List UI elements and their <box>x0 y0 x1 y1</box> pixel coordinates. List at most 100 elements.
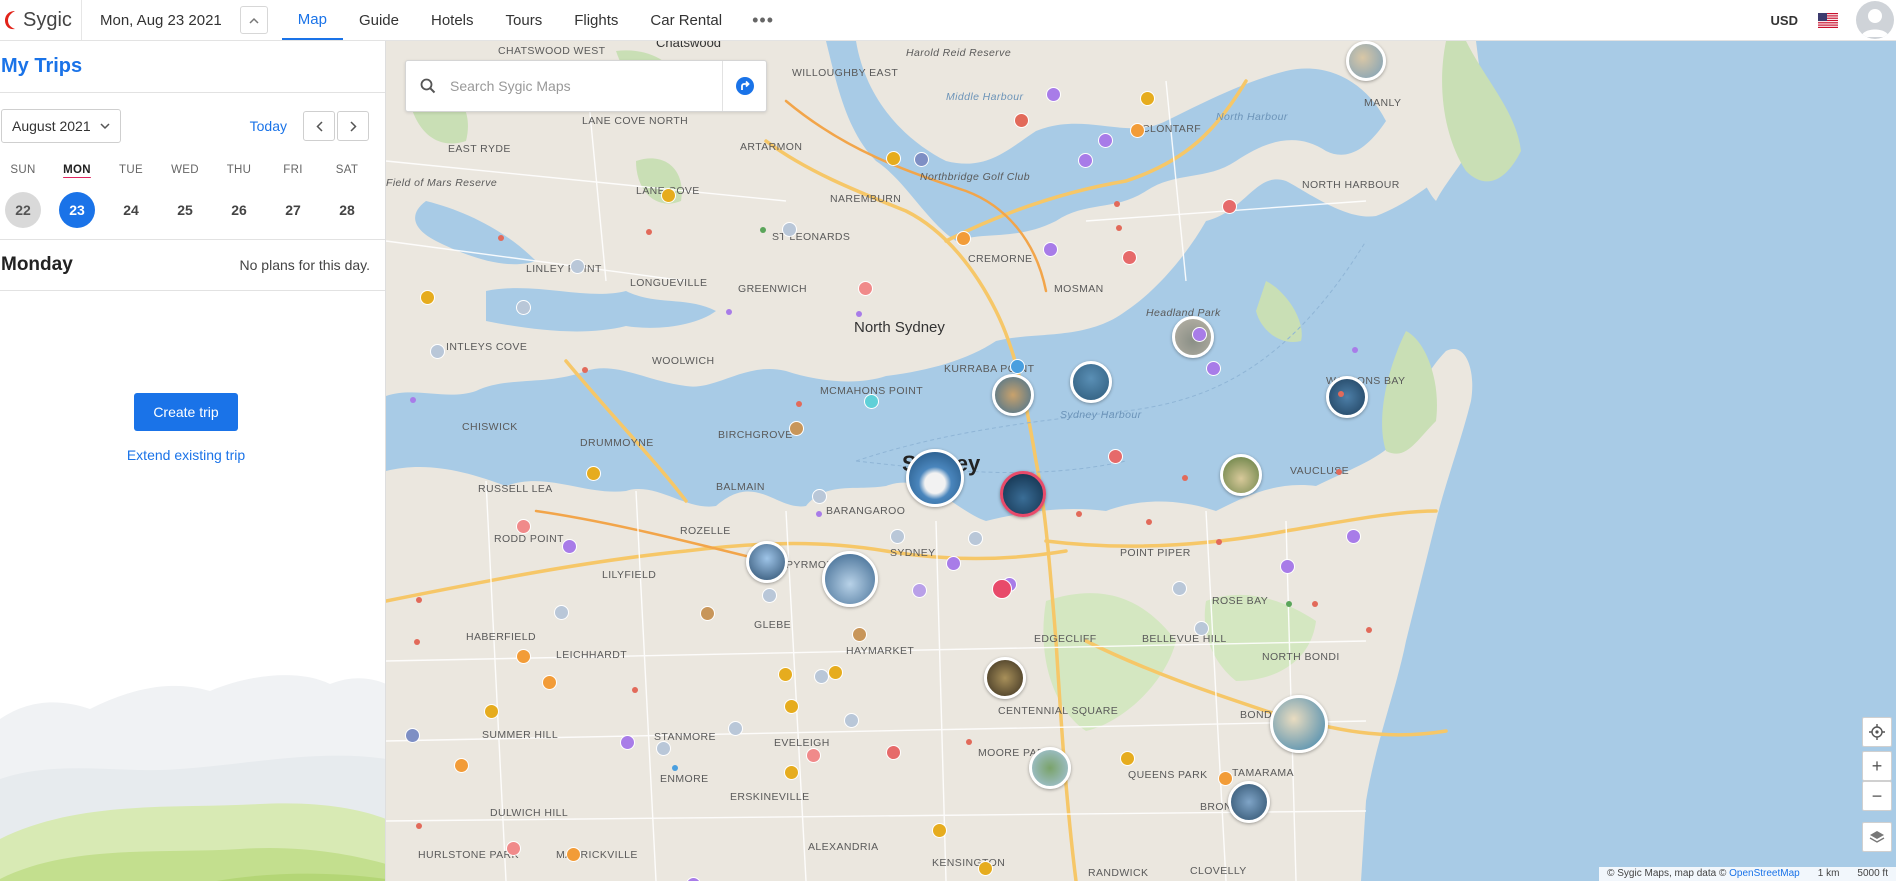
pin-marker[interactable] <box>762 588 777 603</box>
attraction-photo-marker[interactable] <box>1070 361 1112 403</box>
sydney-opera-house-marker[interactable] <box>906 449 964 507</box>
map-layers-button[interactable] <box>1862 822 1892 852</box>
month-select[interactable]: August 2021 <box>1 109 121 143</box>
pin-marker[interactable] <box>814 669 829 684</box>
pin-marker[interactable] <box>1280 559 1295 574</box>
search-input[interactable] <box>450 66 720 106</box>
pin-marker[interactable] <box>1194 621 1209 636</box>
brand-logo[interactable]: Sygic <box>0 0 82 40</box>
pin-marker[interactable] <box>1014 113 1029 128</box>
attraction-photo-marker[interactable] <box>1326 376 1368 418</box>
attraction-photo-marker[interactable] <box>822 551 878 607</box>
attraction-photo-marker[interactable] <box>1220 454 1262 496</box>
day-button-selected[interactable]: 23 <box>59 192 95 228</box>
pin-marker[interactable] <box>778 667 793 682</box>
pin-marker[interactable] <box>978 861 993 876</box>
extend-trip-link-text[interactable]: Extend existing trip <box>127 447 245 463</box>
pin-marker[interactable] <box>1172 581 1187 596</box>
chevron-up-icon[interactable] <box>239 6 268 34</box>
pin-marker[interactable] <box>1346 529 1361 544</box>
pin-marker[interactable] <box>858 281 873 296</box>
attraction-photo-marker[interactable] <box>746 541 788 583</box>
pin-marker[interactable] <box>946 556 961 571</box>
pin-marker[interactable] <box>566 847 581 862</box>
us-flag-icon[interactable] <box>1818 12 1838 28</box>
pin-marker[interactable] <box>484 704 499 719</box>
more-icon[interactable]: ••• <box>738 0 788 40</box>
directions-button[interactable] <box>722 61 766 111</box>
pin-marker[interactable] <box>562 539 577 554</box>
nav-flights[interactable]: Flights <box>558 0 634 40</box>
pin-marker[interactable] <box>542 675 557 690</box>
pin-marker[interactable] <box>405 728 420 743</box>
pin-marker[interactable] <box>656 741 671 756</box>
pin-marker[interactable] <box>1222 199 1237 214</box>
pin-marker[interactable] <box>812 489 827 504</box>
trip-date[interactable]: Mon, Aug 23 2021 <box>82 0 240 40</box>
pin-marker[interactable] <box>1108 449 1123 464</box>
currency-selector[interactable]: USD <box>1771 13 1798 28</box>
pin-marker[interactable] <box>956 231 971 246</box>
bondi-beach-marker[interactable] <box>1270 695 1328 753</box>
attraction-photo-marker[interactable] <box>1346 41 1386 81</box>
day-button[interactable]: 27 <box>275 192 311 228</box>
pin-marker[interactable] <box>570 259 585 274</box>
pin-marker[interactable] <box>1140 91 1155 106</box>
create-trip-button[interactable]: Create trip <box>134 393 238 431</box>
pin-marker[interactable] <box>992 579 1012 599</box>
pin-marker[interactable] <box>784 699 799 714</box>
prev-week-button[interactable] <box>303 111 335 141</box>
next-week-button[interactable] <box>337 111 369 141</box>
pin-marker[interactable] <box>1130 123 1145 138</box>
pin-marker[interactable] <box>661 188 676 203</box>
day-button[interactable]: 22 <box>5 192 41 228</box>
osm-link[interactable]: OpenStreetMap <box>1729 868 1800 879</box>
pin-marker[interactable] <box>864 394 879 409</box>
pin-marker[interactable] <box>886 151 901 166</box>
pin-marker[interactable] <box>454 758 469 773</box>
nav-tours[interactable]: Tours <box>490 0 559 40</box>
pin-marker[interactable] <box>1206 361 1221 376</box>
today-button[interactable]: Today <box>250 118 287 134</box>
attraction-photo-marker[interactable] <box>1228 781 1270 823</box>
pin-marker[interactable] <box>968 531 983 546</box>
pin-marker[interactable] <box>914 152 929 167</box>
nav-hotels[interactable]: Hotels <box>415 0 490 40</box>
attraction-photo-marker[interactable] <box>1000 471 1046 517</box>
pin-marker[interactable] <box>1046 87 1061 102</box>
day-button[interactable]: 26 <box>221 192 257 228</box>
nav-map[interactable]: Map <box>281 0 343 40</box>
pin-marker[interactable] <box>620 735 635 750</box>
pin-marker[interactable] <box>782 222 797 237</box>
pin-marker[interactable] <box>420 290 435 305</box>
pin-marker[interactable] <box>932 823 947 838</box>
pin-marker[interactable] <box>852 627 867 642</box>
pin-marker[interactable] <box>516 519 531 534</box>
attraction-photo-marker[interactable] <box>1029 747 1071 789</box>
pin-marker[interactable] <box>828 665 843 680</box>
nav-car-rental[interactable]: Car Rental <box>634 0 738 40</box>
day-button[interactable]: 25 <box>167 192 203 228</box>
nav-guide[interactable]: Guide <box>343 0 415 40</box>
pin-marker[interactable] <box>1120 751 1135 766</box>
pin-marker[interactable] <box>784 765 799 780</box>
attraction-photo-marker[interactable] <box>984 657 1026 699</box>
pin-marker[interactable] <box>1218 771 1233 786</box>
pin-marker[interactable] <box>1098 133 1113 148</box>
attraction-photo-marker[interactable] <box>992 374 1034 416</box>
map-view[interactable]: CHATSWOOD WEST Chatswood Harold Reid Res… <box>386 41 1896 881</box>
locate-button[interactable] <box>1862 717 1892 747</box>
pin-marker[interactable] <box>789 421 804 436</box>
day-button[interactable]: 24 <box>113 192 149 228</box>
pin-marker[interactable] <box>516 649 531 664</box>
pin-marker[interactable] <box>1122 250 1137 265</box>
pin-marker[interactable] <box>728 721 743 736</box>
pin-marker[interactable] <box>1078 153 1093 168</box>
zoom-out-button[interactable]: − <box>1862 781 1892 811</box>
day-button[interactable]: 28 <box>329 192 365 228</box>
pin-marker[interactable] <box>1043 242 1058 257</box>
pin-marker[interactable] <box>506 841 521 856</box>
zoom-in-button[interactable]: + <box>1862 751 1892 781</box>
pin-marker[interactable] <box>912 583 927 598</box>
pin-marker[interactable] <box>1010 359 1025 374</box>
